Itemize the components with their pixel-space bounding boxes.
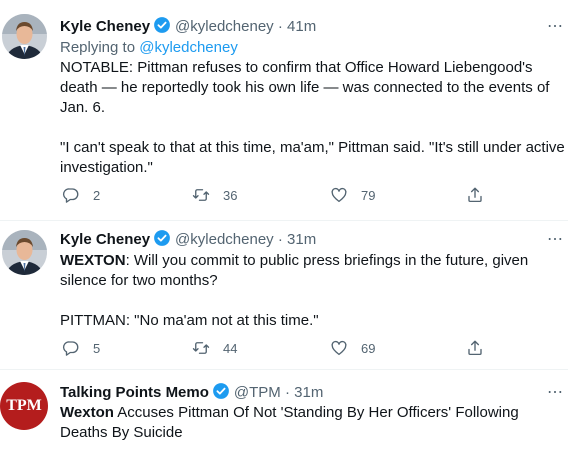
verified-badge-icon: [154, 17, 170, 33]
more-icon[interactable]: ⋯: [547, 232, 564, 248]
author-handle[interactable]: @TPM: [234, 384, 281, 401]
reply-icon: [62, 188, 79, 203]
more-icon[interactable]: ⋯: [547, 385, 564, 401]
author-name[interactable]: Kyle Cheney: [60, 231, 150, 248]
share-button[interactable]: [466, 339, 484, 357]
tweet-text-paragraph-2: "I can't speak to that at this time, ma'…: [60, 139, 565, 176]
reply-button[interactable]: 2: [62, 186, 100, 204]
author-name[interactable]: Kyle Cheney: [60, 18, 150, 35]
tweet-time[interactable]: · 41m: [278, 18, 316, 35]
avatar[interactable]: [2, 14, 47, 59]
reply-count: 2: [93, 187, 101, 203]
like-icon: [331, 340, 347, 356]
speaker-name: WEXTON: [60, 252, 126, 269]
retweet-count: 36: [223, 187, 238, 203]
more-icon[interactable]: ⋯: [547, 19, 564, 35]
like-button[interactable]: 69: [330, 339, 375, 357]
retweet-button[interactable]: 44: [192, 339, 237, 357]
retweet-icon: [192, 189, 210, 201]
reply-icon: [62, 341, 79, 356]
tweet-header: Kyle Cheney @kyledcheney · 41m: [60, 16, 316, 37]
tweet-actions: 2 36 79: [60, 186, 560, 206]
tweet-3[interactable]: TPM Talking Points Memo @TPM · 31m ⋯ Wext…: [0, 370, 568, 449]
like-count: 69: [361, 340, 376, 356]
tweet-text-paragraph-2: PITTMAN: "No ma'am not at this time.": [60, 312, 319, 329]
tweet-header: Talking Points Memo @TPM · 31m: [60, 382, 323, 403]
avatar[interactable]: [2, 230, 47, 275]
tpm-logo-text: TPM: [6, 397, 42, 414]
replying-to: Replying to @kyledcheney: [60, 39, 238, 56]
tweet-2[interactable]: Kyle Cheney @kyledcheney · 31m ⋯ WEXTON: …: [0, 221, 568, 369]
author-handle[interactable]: @kyledcheney: [175, 231, 274, 248]
author-handle[interactable]: @kyledcheney: [175, 18, 274, 35]
like-button[interactable]: 79: [330, 186, 375, 204]
reply-button[interactable]: 5: [62, 339, 100, 357]
reply-count: 5: [93, 340, 101, 356]
tweet-actions: 5 44 69: [60, 339, 560, 359]
tweet-header: Kyle Cheney @kyledcheney · 31m: [60, 229, 316, 250]
share-icon: [468, 340, 482, 356]
verified-badge-icon: [213, 383, 229, 399]
author-name[interactable]: Talking Points Memo: [60, 384, 209, 401]
tweet-time[interactable]: · 31m: [285, 384, 323, 401]
verified-badge-icon: [154, 230, 170, 246]
share-icon: [468, 187, 482, 203]
like-count: 79: [361, 187, 376, 203]
tweet-text-headline: Wexton Accuses Pittman Of Not 'Standing …: [60, 404, 519, 441]
retweet-icon: [192, 342, 210, 354]
tweet-text-paragraph-1: NOTABLE: Pittman refuses to confirm that…: [60, 59, 550, 116]
tweet-body: Replying to @kyledcheney NOTABLE: Pittma…: [60, 38, 568, 178]
headline-bold: Wexton: [60, 404, 114, 421]
retweet-count: 44: [223, 340, 238, 356]
retweet-button[interactable]: 36: [192, 186, 237, 204]
replying-to-link[interactable]: @kyledcheney: [139, 39, 238, 56]
tweet-time[interactable]: · 31m: [278, 231, 316, 248]
tweet-body: Wexton Accuses Pittman Of Not 'Standing …: [60, 403, 568, 443]
tpm-avatar[interactable]: TPM: [0, 382, 48, 430]
like-icon: [331, 187, 347, 203]
tweet-text-paragraph-1: WEXTON: Will you commit to public press …: [60, 252, 529, 289]
share-button[interactable]: [466, 186, 484, 204]
tweet-body: WEXTON: Will you commit to public press …: [60, 251, 568, 331]
tweet-1[interactable]: Kyle Cheney @kyledcheney · 41m ⋯ Replying…: [0, 0, 568, 220]
